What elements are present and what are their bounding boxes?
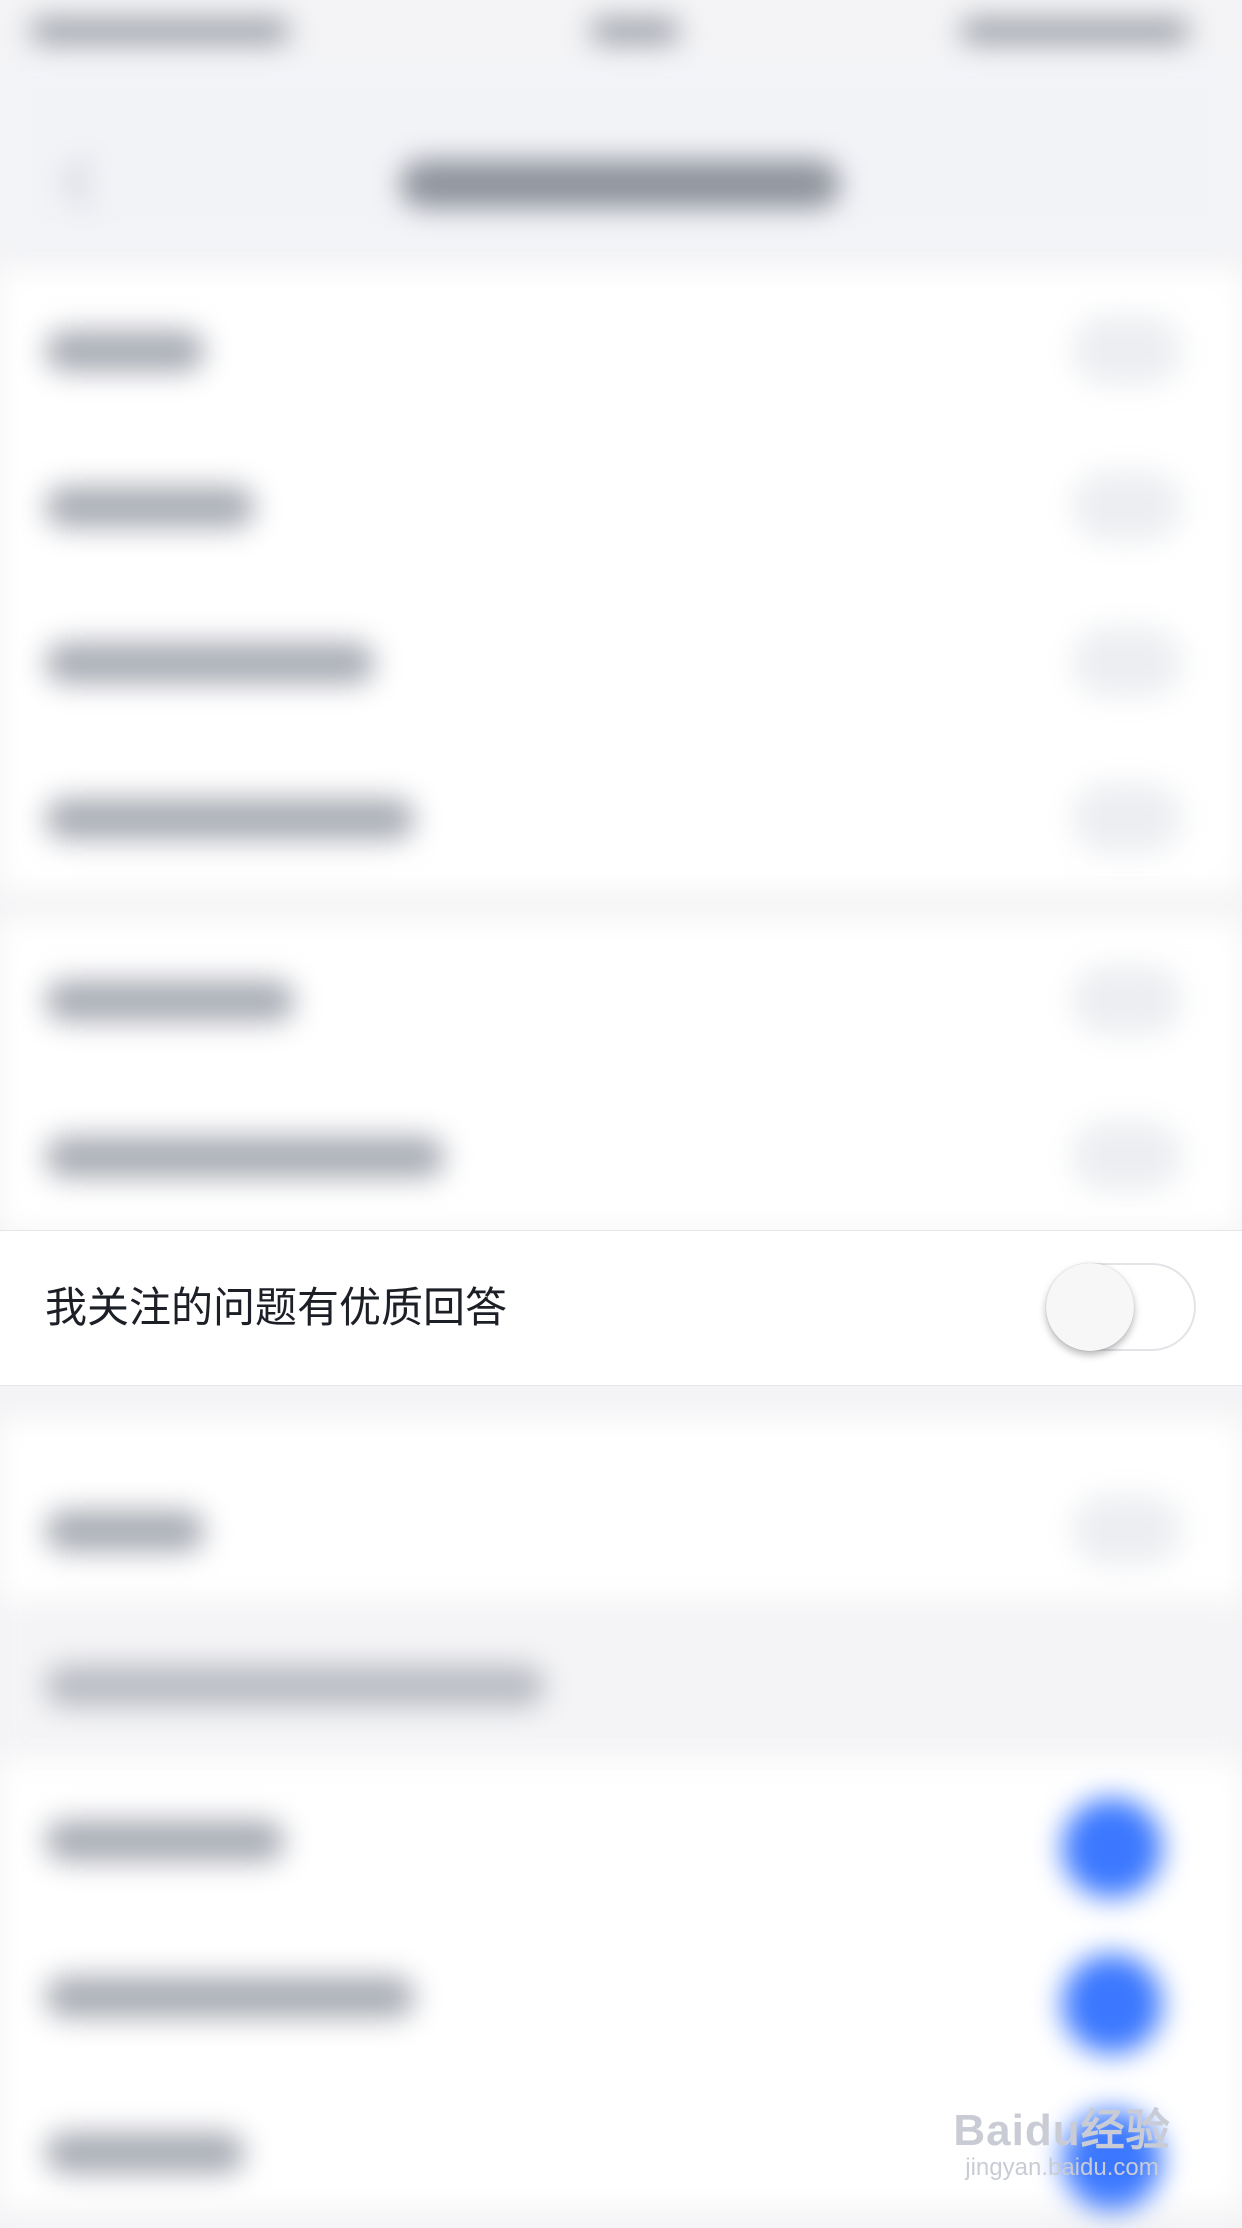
row-label-placeholder bbox=[45, 642, 375, 684]
status-battery-placeholder bbox=[960, 18, 1190, 44]
toggle-placeholder[interactable] bbox=[1072, 627, 1182, 697]
toggle-placeholder[interactable] bbox=[1072, 471, 1182, 541]
baidu-jingyan-watermark: Baidu经验 jingyan.baidu.com bbox=[942, 2094, 1182, 2182]
status-bar bbox=[0, 0, 1242, 60]
settings-row-quality-answer[interactable]: 我关注的问题有优质回答 bbox=[0, 1230, 1242, 1386]
toggle-on-placeholder[interactable] bbox=[1062, 1798, 1162, 1898]
row-label-placeholder bbox=[45, 980, 295, 1022]
watermark-url: jingyan.baidu.com bbox=[965, 2154, 1159, 2181]
back-chevron-icon[interactable] bbox=[62, 157, 112, 207]
toggle-placeholder[interactable] bbox=[1072, 783, 1182, 853]
settings-row[interactable] bbox=[0, 1450, 1242, 1606]
toggle-placeholder[interactable] bbox=[1072, 1121, 1182, 1191]
row-label-placeholder bbox=[45, 486, 255, 528]
section-footer-note bbox=[0, 1600, 1242, 1756]
settings-row[interactable] bbox=[0, 426, 1242, 582]
row-label-placeholder bbox=[45, 2132, 245, 2174]
toggle-placeholder[interactable] bbox=[1072, 965, 1182, 1035]
settings-row[interactable] bbox=[0, 270, 1242, 426]
toggle-on-placeholder[interactable] bbox=[1062, 1954, 1162, 2054]
row-label-placeholder bbox=[45, 1510, 205, 1552]
row-label-placeholder bbox=[45, 330, 205, 372]
settings-group-1 bbox=[0, 270, 1242, 890]
settings-row[interactable] bbox=[0, 920, 1242, 1076]
settings-row[interactable] bbox=[0, 582, 1242, 738]
toggle-placeholder[interactable] bbox=[1072, 1495, 1182, 1565]
settings-group-2 bbox=[0, 920, 1242, 1230]
settings-row[interactable] bbox=[0, 738, 1242, 894]
row-label-placeholder bbox=[45, 1820, 285, 1862]
toggle-placeholder[interactable] bbox=[1072, 315, 1182, 385]
footer-note-placeholder bbox=[45, 1665, 545, 1707]
toggle-knob[interactable] bbox=[1046, 1263, 1134, 1351]
quality-answer-label: 我关注的问题有优质回答 bbox=[45, 1283, 508, 1332]
settings-row[interactable] bbox=[0, 1076, 1242, 1232]
row-label-placeholder bbox=[45, 1976, 415, 2018]
quality-answer-toggle[interactable] bbox=[1046, 1263, 1196, 1351]
page-title-placeholder bbox=[400, 160, 840, 208]
watermark-logo: Baidu经验 bbox=[953, 2106, 1171, 2155]
status-time-placeholder bbox=[590, 18, 680, 44]
settings-row[interactable] bbox=[0, 1760, 1242, 1916]
status-carrier-placeholder bbox=[30, 18, 290, 44]
row-label-placeholder bbox=[45, 1136, 445, 1178]
row-label-placeholder bbox=[45, 798, 415, 840]
settings-row[interactable] bbox=[0, 1916, 1242, 2072]
navigation-bar bbox=[0, 60, 1242, 250]
